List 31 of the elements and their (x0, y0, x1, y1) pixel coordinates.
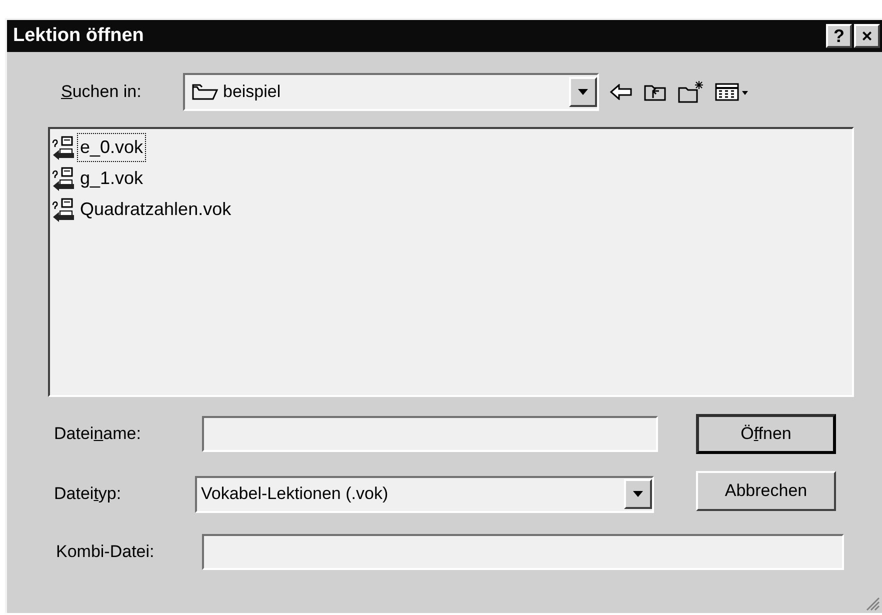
filetype-value: Vokabel-Lektionen (.vok) (201, 483, 390, 506)
help-button[interactable]: ? (826, 24, 852, 48)
open-button[interactable]: Öffnen (696, 414, 836, 454)
caret-icon (633, 491, 643, 497)
caret-icon (578, 89, 588, 95)
filename-label: Dateiname: (54, 423, 142, 446)
dropdown-button[interactable] (624, 479, 652, 509)
combo-file-label: Kombi-Datei: (56, 541, 156, 564)
view-menu-icon[interactable] (715, 82, 749, 102)
file-item[interactable]: Quadratzahlen.vok (77, 195, 234, 224)
resize-grip-icon[interactable] (866, 597, 880, 611)
new-folder-icon[interactable] (677, 80, 705, 104)
document-icon (52, 134, 76, 160)
window-title: Lektion öffnen (13, 24, 145, 48)
filename-field[interactable] (202, 416, 658, 452)
folder-icon (191, 82, 219, 102)
look-in-value: beispiel (223, 81, 282, 104)
file-list[interactable]: e_0.vok g_1.vok Quadratzahlen.vok (48, 127, 854, 397)
close-button[interactable]: × (854, 24, 880, 48)
back-icon[interactable] (609, 84, 633, 100)
document-icon (52, 166, 76, 192)
file-item[interactable]: g_1.vok (77, 164, 146, 193)
dropdown-button[interactable] (569, 77, 597, 107)
look-in-dropdown[interactable]: beispiel (183, 73, 599, 111)
filetype-label: Dateityp: (54, 483, 122, 506)
cancel-button[interactable]: Abbrechen (696, 471, 836, 511)
combo-file-field[interactable] (202, 534, 844, 570)
document-icon (52, 196, 76, 222)
look-in-label: Suchen in: (61, 81, 142, 104)
file-item[interactable]: e_0.vok (77, 133, 146, 162)
filetype-dropdown[interactable]: Vokabel-Lektionen (.vok) (195, 476, 654, 512)
